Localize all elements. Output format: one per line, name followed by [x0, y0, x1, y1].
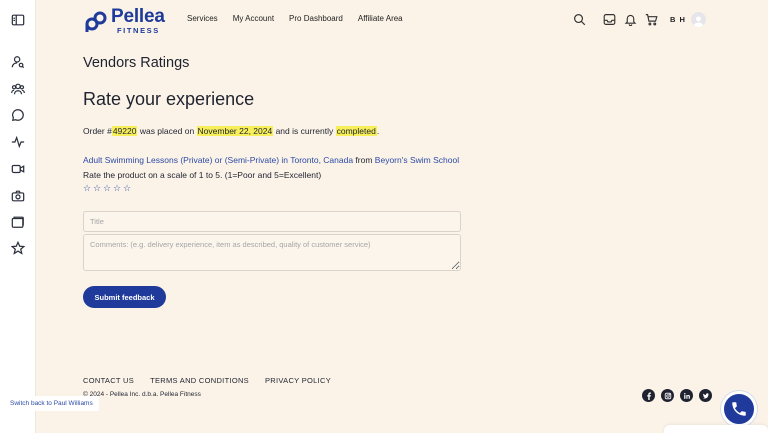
product-link[interactable]: Adult Swimming Lessons (Private) or (Sem… — [83, 155, 353, 165]
star-icon[interactable] — [10, 240, 26, 256]
activity-icon[interactable] — [10, 134, 26, 150]
nav-pro-dashboard[interactable]: Pro Dashboard — [289, 14, 343, 23]
avatar[interactable] — [690, 11, 706, 27]
title-input[interactable] — [83, 211, 461, 232]
nav-affiliate-area[interactable]: Affiliate Area — [358, 14, 403, 23]
order-summary: Order #49220 was placed on November 22, … — [83, 126, 379, 136]
facebook-icon[interactable] — [642, 389, 655, 402]
sidebar-toggle-icon[interactable] — [10, 12, 26, 28]
social-links — [642, 389, 712, 402]
footer-terms-link[interactable]: TERMS AND CONDITIONS — [150, 376, 249, 385]
users-group-icon[interactable] — [10, 81, 26, 97]
rate-heading: Rate your experience — [83, 89, 255, 109]
rating-star-3[interactable]: ☆ — [103, 183, 111, 193]
product-from-text: from — [353, 155, 375, 165]
switch-back-link[interactable]: Switch back to Paul Williams — [4, 396, 99, 411]
bell-icon[interactable] — [622, 11, 638, 27]
order-status-text: and is currently — [273, 126, 336, 136]
submit-feedback-button[interactable]: Submit feedback — [83, 286, 166, 308]
folders-icon[interactable] — [10, 214, 26, 230]
user-initials[interactable]: B H — [670, 15, 686, 24]
brand-logo[interactable]: Pellea FITNESS — [84, 7, 165, 35]
camera-icon[interactable] — [10, 188, 26, 204]
rating-star-1[interactable]: ☆ — [83, 183, 91, 193]
user-avatar-icon — [693, 15, 704, 27]
order-suffix: . — [376, 126, 380, 136]
brand-sub: FITNESS — [117, 26, 160, 35]
rating-scale-text: Rate the product on a scale of 1 to 5. (… — [83, 170, 322, 180]
rating-star-2[interactable]: ☆ — [93, 183, 101, 193]
search-icon[interactable] — [571, 11, 587, 27]
twitter-icon[interactable] — [699, 389, 712, 402]
chat-bubble-icon[interactable] — [10, 107, 26, 123]
footer-contact-link[interactable]: CONTACT US — [83, 376, 134, 385]
nav-my-account[interactable]: My Account — [233, 14, 274, 23]
phone-icon — [732, 402, 746, 416]
order-prefix: Order # — [83, 126, 112, 136]
video-icon[interactable] — [10, 161, 26, 177]
order-number: 49220 — [111, 126, 138, 136]
comments-textarea[interactable] — [83, 234, 461, 271]
top-actions: B H — [571, 11, 768, 27]
left-sidebar — [0, 0, 36, 433]
nav-services[interactable]: Services — [187, 14, 218, 23]
page-title: Vendors Ratings — [83, 55, 190, 71]
inbox-icon[interactable] — [601, 11, 617, 27]
user-search-icon[interactable] — [10, 54, 26, 70]
order-status: completed — [335, 126, 377, 136]
pellea-logo-icon — [85, 11, 107, 32]
rating-star-4[interactable]: ☆ — [113, 183, 121, 193]
bottom-panel — [664, 425, 768, 433]
order-placed-text: was placed on — [137, 126, 197, 136]
vendor-link[interactable]: Beyorn's Swim School — [375, 155, 459, 165]
instagram-icon[interactable] — [661, 389, 674, 402]
rating-star-5[interactable]: ☆ — [123, 183, 131, 193]
order-date: November 22, 2024 — [196, 126, 274, 136]
call-button[interactable] — [721, 391, 757, 427]
main-nav: Services My Account Pro Dashboard Affili… — [187, 14, 403, 23]
top-bar: Pellea FITNESS Services My Account Pro D… — [36, 0, 768, 40]
linkedin-icon[interactable] — [680, 389, 693, 402]
product-line: Adult Swimming Lessons (Private) or (Sem… — [83, 155, 459, 165]
brand-name: Pellea — [111, 6, 165, 27]
footer-privacy-link[interactable]: PRIVACY POLICY — [265, 376, 331, 385]
star-rating: ☆ ☆ ☆ ☆ ☆ — [83, 183, 131, 193]
copyright: © 2024 - Pellea Inc. d.b.a. Pellea Fitne… — [83, 391, 201, 398]
footer-links: CONTACT US TERMS AND CONDITIONS PRIVACY … — [83, 376, 331, 385]
cart-icon[interactable] — [643, 11, 659, 27]
